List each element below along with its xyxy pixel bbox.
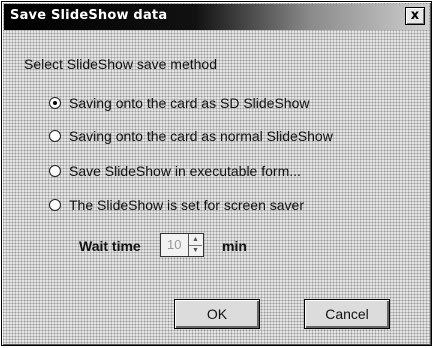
close-button[interactable]: x bbox=[405, 7, 425, 25]
option-screen-saver[interactable]: The SlideShow is set for screen saver bbox=[49, 195, 304, 215]
option-executable-form[interactable]: Save SlideShow in executable form... bbox=[49, 161, 301, 181]
spin-down-icon[interactable]: ▼ bbox=[189, 245, 202, 256]
wait-time-label: Wait time bbox=[79, 238, 141, 254]
option-label: Saving onto the card as SD SlideShow bbox=[69, 95, 310, 111]
radio-button[interactable] bbox=[49, 97, 61, 109]
cancel-button[interactable]: Cancel bbox=[304, 299, 390, 329]
option-normal-slideshow[interactable]: Saving onto the card as normal SlideShow bbox=[49, 126, 333, 146]
spinner-buttons: ▲ ▼ bbox=[188, 234, 203, 256]
option-sd-slideshow[interactable]: Saving onto the card as SD SlideShow bbox=[49, 93, 309, 113]
option-label: The SlideShow is set for screen saver bbox=[69, 197, 304, 213]
save-method-label: Select SlideShow save method bbox=[24, 56, 217, 72]
title-bar[interactable]: Save SlideShow data x bbox=[4, 4, 429, 30]
radio-button[interactable] bbox=[49, 199, 61, 211]
radio-button[interactable] bbox=[49, 130, 61, 142]
option-label: Save SlideShow in executable form... bbox=[69, 163, 301, 179]
wait-time-value[interactable]: 10 bbox=[167, 237, 181, 252]
save-slideshow-dialog: Save SlideShow data x Select SlideShow s… bbox=[1, 1, 432, 346]
ok-button[interactable]: OK bbox=[174, 299, 260, 329]
window-title: Save SlideShow data bbox=[10, 8, 168, 23]
option-label: Saving onto the card as normal SlideShow bbox=[69, 128, 333, 144]
radio-button[interactable] bbox=[49, 165, 61, 177]
close-icon: x bbox=[410, 8, 420, 23]
wait-time-unit: min bbox=[222, 238, 247, 254]
wait-time-spinner[interactable]: 10 ▲ ▼ bbox=[160, 233, 204, 257]
